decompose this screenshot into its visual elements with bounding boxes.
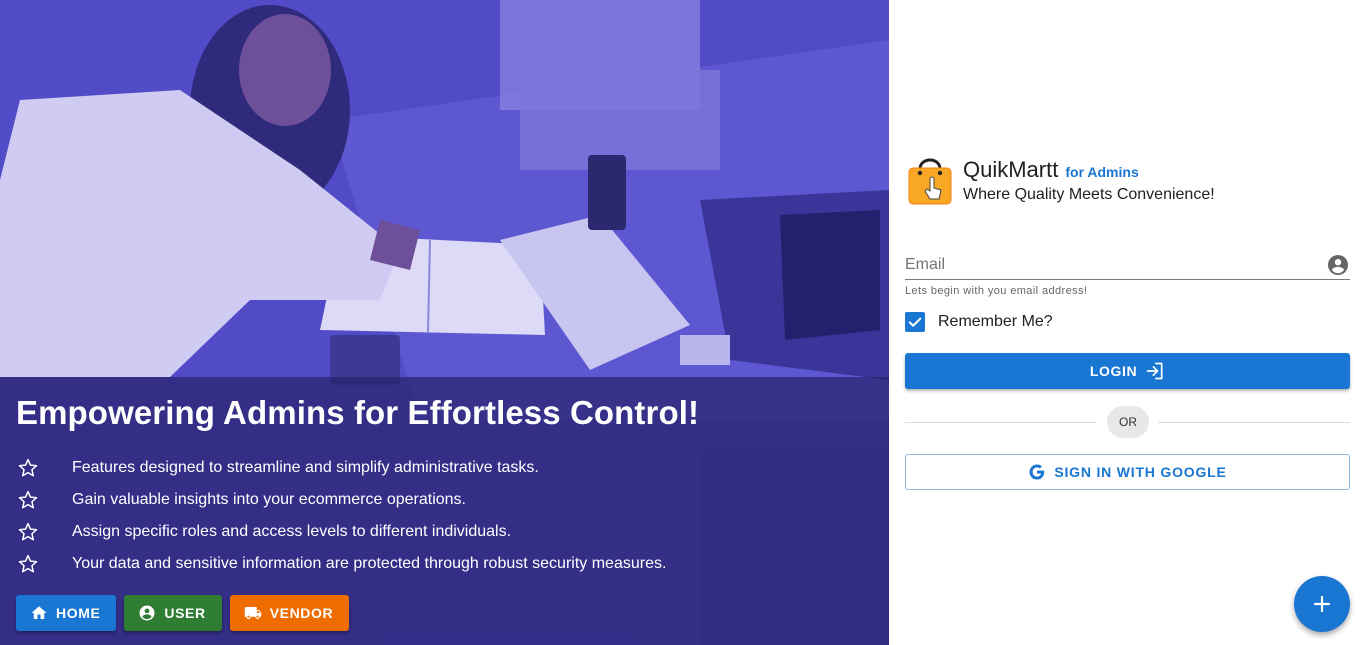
plus-icon [1313, 595, 1331, 613]
home-icon [31, 606, 47, 619]
star-outline-icon [16, 456, 40, 480]
user-button[interactable]: USER [124, 595, 222, 631]
or-divider: OR [905, 406, 1350, 438]
login-button[interactable]: LOGIN [905, 353, 1350, 389]
brand-name: QuikMartt [963, 157, 1059, 182]
feature-text: Assign specific roles and access levels … [72, 523, 512, 540]
remember-me-checkbox[interactable] [905, 312, 925, 332]
email-hint: Lets begin with you email address! [905, 285, 1088, 297]
or-chip: OR [1107, 406, 1149, 438]
star-outline-icon [16, 488, 40, 512]
email-input[interactable] [905, 255, 1305, 274]
hero-nav-buttons: HOME USER VENDOR [16, 595, 350, 631]
hero-panel: Empowering Admins for Effortless Control… [0, 0, 889, 645]
email-field [905, 250, 1350, 280]
feature-item: Assign specific roles and access levels … [16, 516, 876, 548]
login-button-label: LOGIN [1089, 363, 1138, 379]
feature-text: Your data and sensitive information are … [72, 555, 667, 572]
divider-line [1158, 422, 1350, 423]
google-signin-button[interactable]: SIGN IN WITH GOOGLE [905, 454, 1350, 490]
hero-title: Empowering Admins for Effortless Control… [16, 394, 700, 431]
check-icon [908, 317, 922, 327]
star-outline-icon [16, 552, 40, 576]
account-circle-icon [1328, 254, 1348, 275]
shopping-bag-icon [908, 158, 952, 205]
login-icon [1146, 362, 1163, 380]
home-button[interactable]: HOME [16, 595, 117, 631]
brand-tag: for Admins [1065, 164, 1139, 180]
home-button-label: HOME [56, 605, 101, 621]
feature-text: Features designed to streamline and simp… [72, 459, 539, 476]
add-fab-button[interactable] [1294, 576, 1350, 632]
vendor-button[interactable]: VENDOR [229, 595, 350, 631]
truck-icon [244, 607, 261, 619]
account-circle-icon [139, 605, 155, 621]
user-button-label: USER [164, 605, 206, 621]
brand-title-line: QuikMartt for Admins [963, 157, 1215, 183]
remember-me-toggle[interactable]: Remember Me? [905, 312, 1053, 332]
remember-me-label: Remember Me? [938, 313, 1053, 330]
feature-text: Gain valuable insights into your ecommer… [72, 491, 466, 508]
feature-item: Your data and sensitive information are … [16, 548, 876, 580]
feature-item: Gain valuable insights into your ecommer… [16, 484, 876, 516]
feature-item: Features designed to streamline and simp… [16, 452, 876, 484]
brand-text: QuikMartt for Admins Where Quality Meets… [963, 153, 1215, 204]
brand-slogan: Where Quality Meets Convenience! [963, 186, 1215, 203]
vendor-button-label: VENDOR [269, 605, 334, 621]
divider-line [905, 422, 1097, 423]
google-icon [1029, 464, 1045, 480]
star-outline-icon [16, 520, 40, 544]
login-panel: QuikMartt for Admins Where Quality Meets… [889, 0, 1366, 645]
brand-header: QuikMartt for Admins Where Quality Meets… [906, 153, 1215, 205]
google-signin-label: SIGN IN WITH GOOGLE [1054, 464, 1227, 480]
feature-list: Features designed to streamline and simp… [16, 452, 876, 580]
